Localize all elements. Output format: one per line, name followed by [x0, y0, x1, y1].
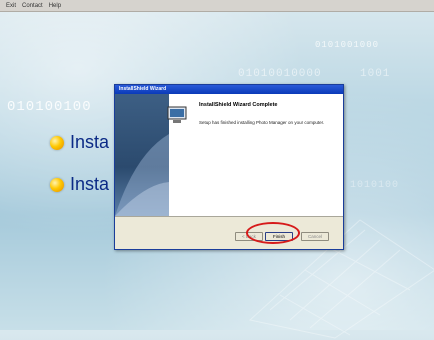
dialog-side-panel	[115, 94, 169, 216]
menu-bar: Exit Contact Help	[0, 0, 434, 12]
install-option-label: Insta	[70, 174, 110, 194]
binary-text: 010100100	[7, 99, 92, 115]
finish-highlight-circle	[246, 222, 300, 244]
binary-text: 1001	[360, 68, 391, 80]
binary-text: 01010010000	[238, 68, 322, 80]
installshield-dialog: InstallShield Wizard InstallShield Wizar…	[114, 84, 344, 250]
install-option[interactable]: Insta	[50, 174, 109, 195]
menu-item-contact[interactable]: Contact	[22, 3, 43, 9]
cancel-button[interactable]: Cancel	[301, 232, 329, 241]
installshield-monitor-icon	[167, 106, 187, 129]
binary-text: 0101001000	[315, 40, 380, 50]
install-option[interactable]: Insta	[50, 132, 109, 153]
menu-item-exit[interactable]: Exit	[6, 3, 16, 9]
binary-text: 1010100	[350, 180, 400, 191]
side-panel-art	[115, 134, 169, 216]
dialog-heading: InstallShield Wizard Complete	[199, 102, 278, 108]
orange-bullet-icon	[50, 135, 64, 150]
orange-bullet-icon	[50, 177, 64, 192]
dialog-title: InstallShield Wizard	[115, 85, 343, 94]
dialog-separator	[115, 216, 343, 217]
install-option-label: Insta	[70, 132, 110, 152]
menu-item-help[interactable]: Help	[49, 3, 61, 9]
dialog-content: InstallShield Wizard Complete Setup has …	[167, 94, 343, 216]
dialog-message: Setup has finished installing Photo Mana…	[199, 120, 325, 125]
